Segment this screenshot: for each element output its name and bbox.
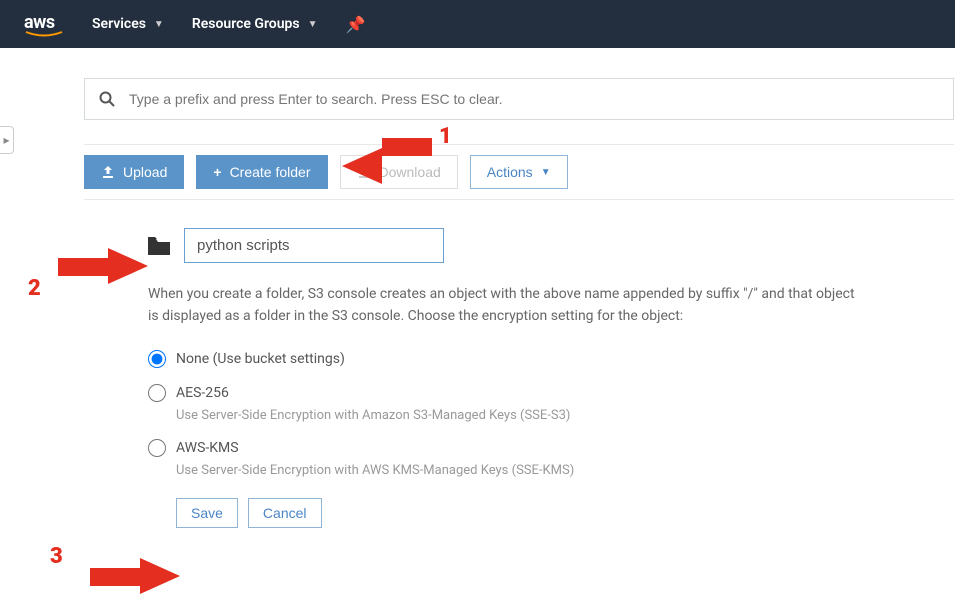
create-folder-button[interactable]: + Create folder [196, 155, 327, 189]
side-expand-tab[interactable]: ▸ [0, 126, 14, 154]
encryption-none-radio[interactable] [148, 350, 166, 368]
aws-swoosh-icon [24, 31, 64, 37]
save-button[interactable]: Save [176, 498, 238, 528]
actions-label: Actions [487, 164, 533, 180]
folder-icon [148, 237, 170, 255]
encryption-aes-radio[interactable] [148, 384, 166, 402]
encryption-none-label: None (Use bucket settings) [176, 351, 345, 367]
nav-services-label: Services [92, 16, 146, 32]
encryption-none-option[interactable]: None (Use bucket settings) [148, 350, 868, 368]
caret-down-icon: ▼ [154, 19, 164, 30]
encryption-aes-option[interactable]: AES-256 [148, 384, 868, 402]
annotation-label-3: 3 [50, 544, 63, 569]
create-folder-form: When you create a folder, S3 console cre… [148, 228, 868, 528]
nav-services[interactable]: Services ▼ [92, 16, 164, 32]
upload-label: Upload [123, 164, 167, 180]
caret-down-icon: ▼ [541, 167, 551, 178]
annotation-arrow-2 [48, 238, 148, 298]
pin-icon[interactable]: 📌 [346, 15, 366, 34]
nav-resource-groups-label: Resource Groups [192, 16, 300, 32]
top-nav: aws Services ▼ Resource Groups ▼ 📌 [0, 0, 955, 48]
annotation-arrow-3 [80, 552, 180, 602]
caret-down-icon: ▼ [308, 19, 318, 30]
folder-name-input[interactable] [184, 228, 444, 263]
folder-actions: Save Cancel [176, 498, 868, 528]
upload-icon [101, 165, 115, 179]
annotation-label-2: 2 [28, 276, 41, 301]
aws-logo[interactable]: aws [24, 12, 64, 37]
actions-button[interactable]: Actions ▼ [470, 155, 568, 189]
encryption-aes-sub: Use Server-Side Encryption with Amazon S… [176, 408, 868, 423]
folder-name-row [148, 228, 868, 263]
encryption-kms-radio[interactable] [148, 439, 166, 457]
encryption-kms-sub: Use Server-Side Encryption with AWS KMS-… [176, 463, 868, 478]
search-input[interactable] [129, 91, 939, 107]
create-folder-label: Create folder [230, 164, 311, 180]
cancel-button[interactable]: Cancel [248, 498, 322, 528]
search-bar[interactable] [84, 78, 954, 120]
plus-icon: + [213, 164, 221, 180]
upload-button[interactable]: Upload [84, 155, 184, 189]
annotation-arrow-1 [342, 128, 442, 188]
search-icon [99, 91, 115, 107]
toolbar: Upload + Create folder Download Actions … [84, 144, 954, 200]
nav-resource-groups[interactable]: Resource Groups ▼ [192, 16, 318, 32]
encryption-aes-label: AES-256 [176, 385, 229, 401]
encryption-kms-label: AWS-KMS [176, 440, 239, 456]
folder-help-text: When you create a folder, S3 console cre… [148, 283, 868, 328]
encryption-kms-option[interactable]: AWS-KMS [148, 439, 868, 457]
